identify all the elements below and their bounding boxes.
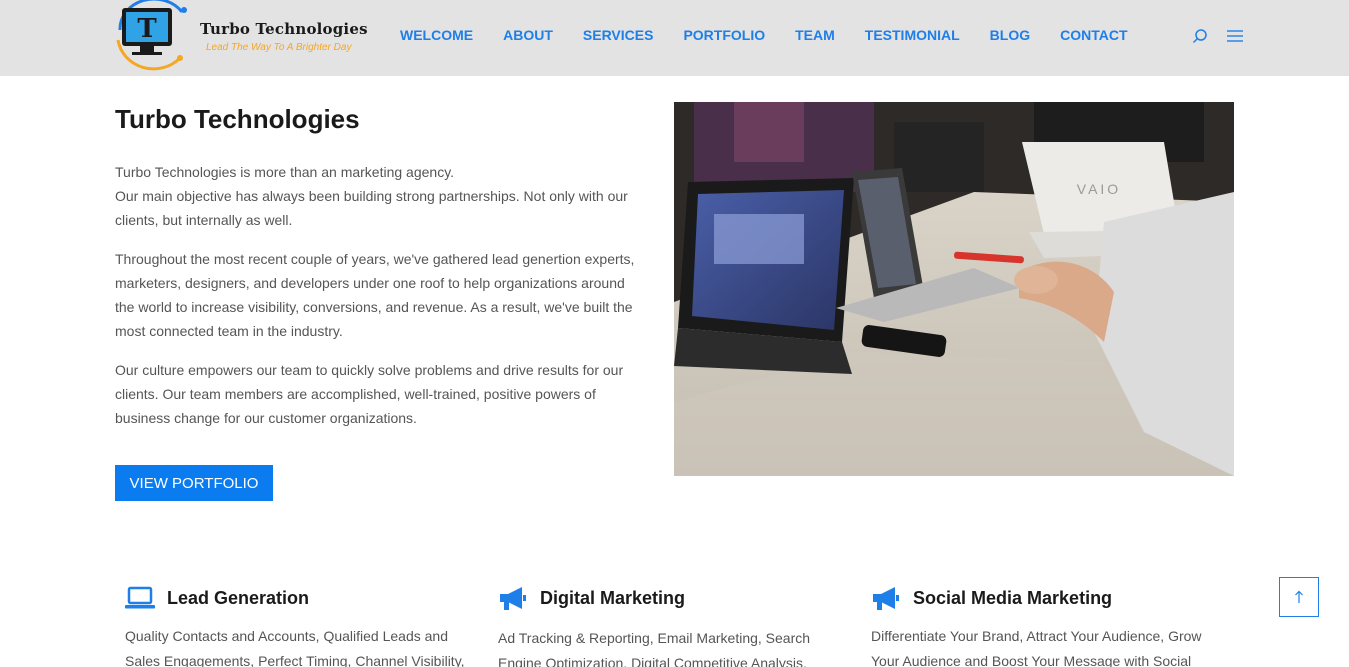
about-paragraph-2: Throughout the most recent couple of yea… xyxy=(115,251,635,339)
megaphone-icon xyxy=(500,587,526,610)
nav-team[interactable]: TEAM xyxy=(785,26,835,46)
arrow-up-icon xyxy=(1295,590,1303,603)
main-nav: WELCOME ABOUT SERVICES PORTFOLIO TEAM TE… xyxy=(390,26,1148,46)
about-paragraph-1-line-1: Turbo Technologies is more than an marke… xyxy=(115,164,455,180)
nav-testimonial[interactable]: TESTIMONIAL xyxy=(855,26,960,46)
service-lead-generation: Lead Generation Quality Contacts and Acc… xyxy=(125,584,470,667)
logo[interactable]: T Turbo Technologies Lead The Way To A B… xyxy=(110,0,368,74)
service-digital-marketing: Digital Marketing Ad Tracking & Reportin… xyxy=(498,584,843,667)
search-icon[interactable] xyxy=(1192,28,1208,44)
service-description: Differentiate Your Brand, Attract Your A… xyxy=(871,628,1202,667)
nav-services[interactable]: SERVICES xyxy=(573,26,654,46)
about-title: Turbo Technologies xyxy=(115,104,360,134)
office-meeting-illustration: VAIO xyxy=(674,102,1234,476)
office-meeting-photo: VAIO xyxy=(674,102,1234,476)
logo-tagline: Lead The Way To A Brighter Day xyxy=(206,42,352,53)
service-description: Quality Contacts and Accounts, Qualified… xyxy=(125,628,465,667)
view-portfolio-button[interactable]: VIEW PORTFOLIO xyxy=(115,465,273,501)
nav-blog[interactable]: BLOG xyxy=(980,26,1030,46)
service-title: Social Media Marketing xyxy=(913,587,1113,608)
service-title: Digital Marketing xyxy=(540,587,686,608)
nav-contact[interactable]: CONTACT xyxy=(1050,26,1127,46)
about-paragraph-3: Our culture empowers our team to quickly… xyxy=(115,362,624,426)
scroll-to-top-button[interactable] xyxy=(1279,577,1319,617)
svg-text:T: T xyxy=(137,14,157,44)
hamburger-menu-icon[interactable] xyxy=(1227,29,1243,43)
logo-title: Turbo Technologies xyxy=(200,20,368,38)
site-header: T Turbo Technologies Lead The Way To A B… xyxy=(0,0,1349,76)
service-social-media-marketing: Social Media Marketing Differentiate You… xyxy=(871,584,1216,667)
service-description: Ad Tracking & Reporting, Email Marketing… xyxy=(498,630,811,667)
about-paragraph-1-line-2: Our main objective has always been build… xyxy=(115,188,628,228)
nav-welcome[interactable]: WELCOME xyxy=(390,26,473,46)
laptop-icon xyxy=(125,586,155,609)
nav-portfolio[interactable]: PORTFOLIO xyxy=(673,26,765,46)
nav-about[interactable]: ABOUT xyxy=(493,26,553,46)
megaphone-icon xyxy=(873,587,899,610)
laptop-brand: VAIO xyxy=(1077,181,1121,197)
logo-monitor-icon: T xyxy=(116,0,187,71)
about-paragraph-1: Turbo Technologies is more than an marke… xyxy=(115,160,640,232)
service-title: Lead Generation xyxy=(167,587,310,608)
about-description: Turbo Technologies is more than an marke… xyxy=(115,160,640,445)
